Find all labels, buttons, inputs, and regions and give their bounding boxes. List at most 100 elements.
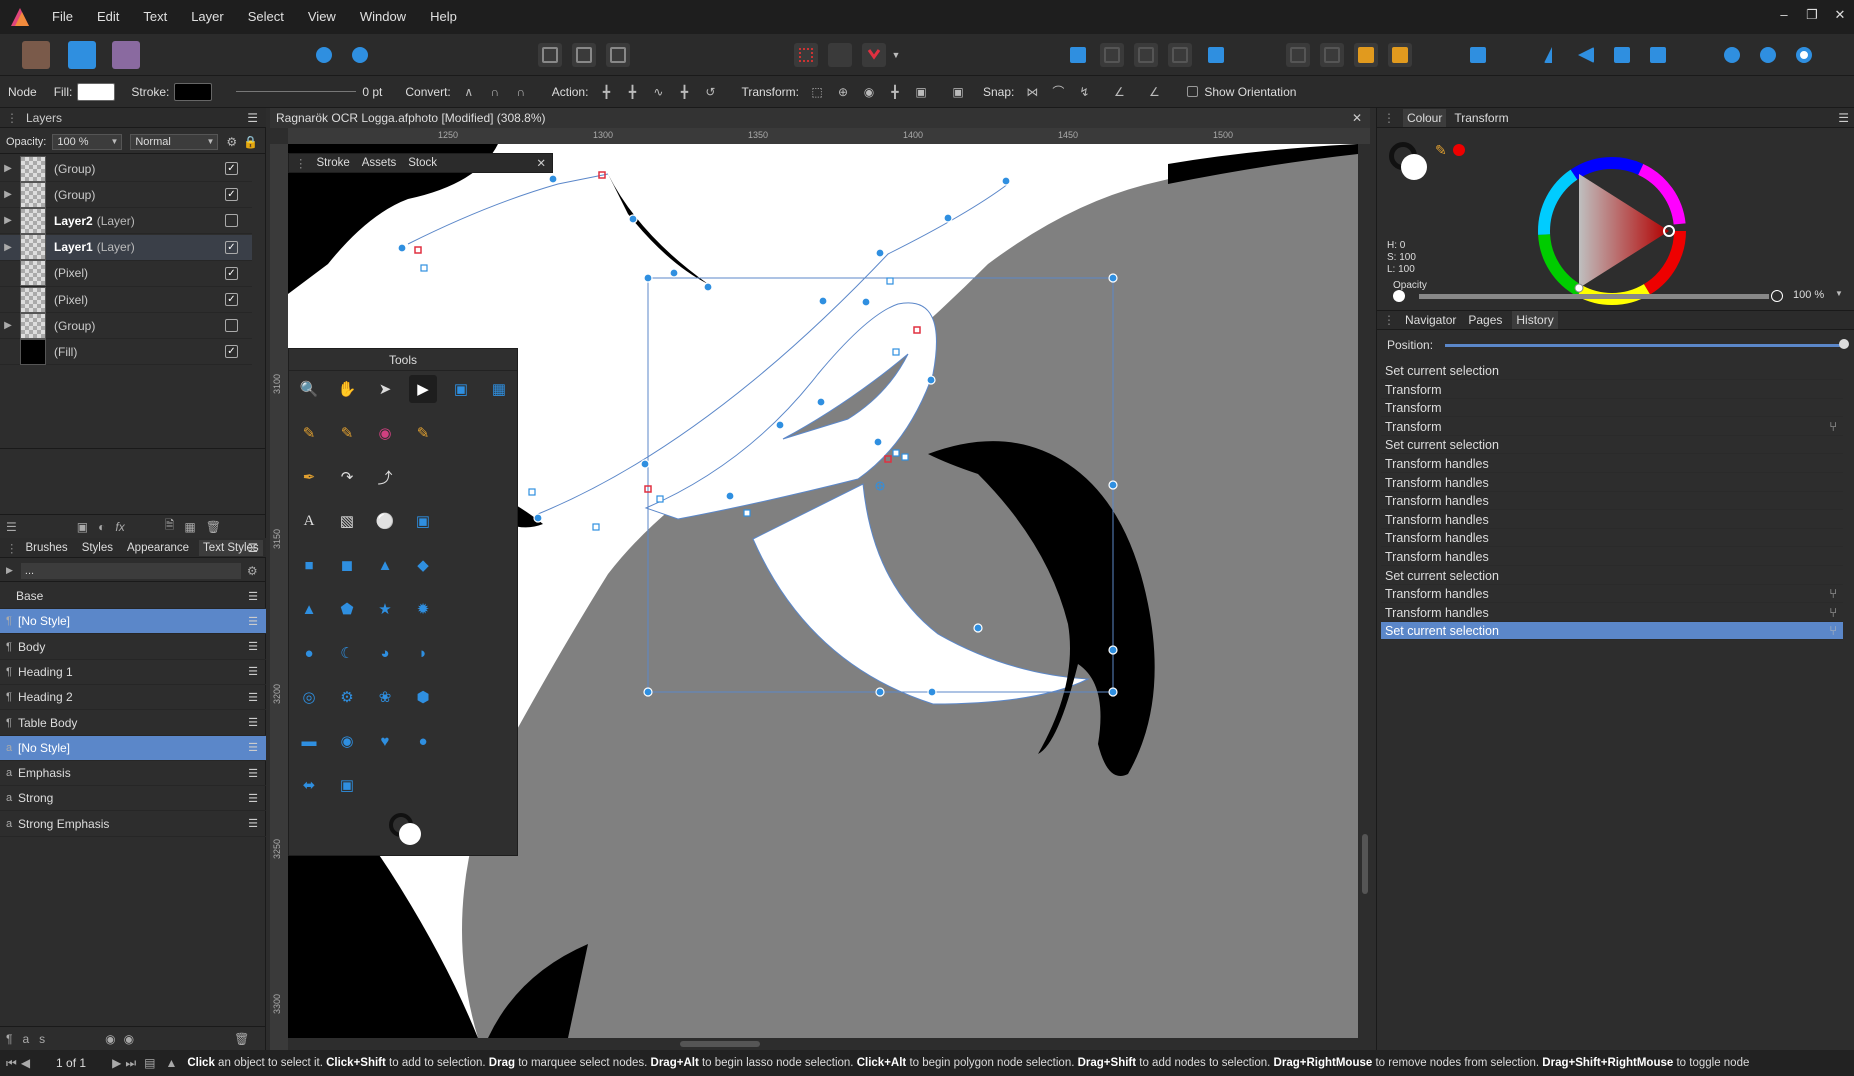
triangle-tool-icon[interactable]: ▲ (295, 595, 323, 623)
cat-tool-icon[interactable]: ▣ (333, 771, 361, 799)
add-pixel-layer-icon[interactable]: ▦ (184, 520, 195, 534)
convert-smooth-icon[interactable]: ∩ (485, 82, 505, 102)
layer-lock-icon[interactable]: 🔒 (243, 135, 258, 149)
tab-transform[interactable]: Transform (1454, 111, 1508, 125)
mask-icon[interactable]: ▣ (77, 520, 88, 534)
invert-selection-icon[interactable] (606, 43, 630, 67)
style-menu-icon[interactable]: ☰ (248, 767, 258, 780)
delete-style-icon[interactable]: 🗑 (234, 1032, 249, 1046)
move-to-back-icon[interactable] (1168, 43, 1192, 67)
rectangle-tool-icon[interactable]: ■ (295, 551, 323, 579)
history-row[interactable]: Transform handles ⑂ (1381, 585, 1843, 604)
tab-appearance[interactable]: Appearance (127, 542, 189, 554)
history-position-slider[interactable] (1445, 344, 1845, 347)
layer-row[interactable]: ▶ Layer1 (Layer) ✓ (0, 234, 252, 261)
snap-tangent-icon[interactable]: ↯ (1074, 82, 1094, 102)
close-document-icon[interactable]: ✕ (1352, 108, 1362, 128)
node-tool-icon[interactable]: ▶ (409, 375, 437, 403)
boolean-intersect-icon[interactable] (1792, 43, 1816, 67)
vertical-ruler[interactable]: 3100 3150 3200 3250 3300 (270, 144, 288, 1050)
panel-grip-icon[interactable]: ⋮ (1383, 111, 1395, 125)
transform-reset-icon[interactable]: ▣ (948, 82, 968, 102)
layer-visibility-checkbox[interactable]: ✓ (225, 293, 238, 306)
current-colour-dot[interactable] (1453, 144, 1465, 156)
flip-vertical-icon[interactable] (1574, 43, 1598, 67)
insert-behind-icon[interactable] (1320, 43, 1344, 67)
transform-center-icon[interactable]: ⊕ (833, 82, 853, 102)
opacity-dropdown-icon[interactable]: ▼ (110, 135, 118, 149)
close-curve-icon[interactable]: ╋ (622, 82, 642, 102)
menu-help[interactable]: Help (418, 0, 469, 34)
group-icon[interactable] (1354, 43, 1378, 67)
history-position-thumb[interactable] (1839, 339, 1849, 349)
text-style-row[interactable]: ¶ Heading 2 ☰ (0, 685, 266, 711)
history-row[interactable]: Transform (1381, 381, 1843, 399)
styles-options-icon[interactable]: ⚙ (247, 564, 258, 578)
select-all-icon[interactable] (538, 43, 562, 67)
style-menu-icon[interactable]: ☰ (248, 590, 258, 603)
layer-settings-gear-icon[interactable]: ⚙ (226, 135, 237, 149)
blend-dropdown-icon[interactable]: ▼ (206, 135, 214, 149)
layers-stack-icon[interactable]: ☰ (6, 520, 17, 534)
tab-stock[interactable]: Stock (408, 157, 437, 169)
menu-view[interactable]: View (296, 0, 348, 34)
colour-opacity-dropdown-icon[interactable]: ▼ (1835, 289, 1843, 298)
tear-tool-icon[interactable]: ● (409, 727, 437, 755)
history-branch-icon[interactable]: ⑂ (1829, 418, 1837, 436)
layer-visibility-checkbox[interactable]: ✓ (225, 266, 238, 280)
styles-menu-icon[interactable]: ☰ (248, 541, 258, 555)
pin-tool-icon[interactable]: ⚪ (371, 507, 399, 535)
paint-brush-icon[interactable]: ✎ (295, 419, 323, 447)
layer-row[interactable]: ▶ (Group) (0, 312, 252, 340)
burst-tool-icon[interactable]: ✹ (409, 595, 437, 623)
zoom-tool-icon[interactable]: 🔍 (295, 375, 323, 403)
layer-expand-icon[interactable]: ▶ (0, 215, 16, 226)
show-orientation-checkbox[interactable] (1187, 86, 1199, 97)
rotate-left-icon[interactable] (1610, 43, 1634, 67)
history-scrollbar[interactable] (1847, 360, 1853, 780)
trapezoid-tool-icon[interactable]: ▲ (371, 551, 399, 579)
share-icon[interactable] (312, 43, 336, 67)
callout-ellipse-tool-icon[interactable]: ◉ (333, 727, 361, 755)
diamond-tool-icon[interactable]: ◆ (409, 551, 437, 579)
prev-page-icon[interactable]: ◀ (21, 1056, 30, 1070)
cog-tool-icon[interactable]: ⚙ (333, 683, 361, 711)
style-menu-icon[interactable]: ☰ (248, 640, 258, 653)
add-layer-icon[interactable]: 🗎 (165, 516, 175, 537)
history-row[interactable]: Transform ⑂ (1381, 418, 1843, 436)
transform-mode-icon[interactable]: ⬚ (807, 82, 827, 102)
tab-colour[interactable]: Colour (1403, 108, 1447, 127)
history-branch-icon[interactable]: ⑂ (1829, 622, 1837, 640)
history-row[interactable]: Transform handles (1381, 455, 1843, 473)
stroke-width-slider[interactable] (236, 91, 357, 92)
reverse-curve-icon[interactable]: ↺ (700, 82, 720, 102)
layers-menu-icon[interactable]: ☰ (247, 111, 258, 125)
text-style-row[interactable]: ¶ Body ☰ (0, 635, 266, 660)
add-style-group-icon[interactable]: s (39, 1032, 45, 1046)
callout-rounded-rectangle-tool-icon[interactable]: ▬ (295, 727, 323, 755)
boolean-add-icon[interactable] (1720, 43, 1744, 67)
history-row[interactable]: Transform (1381, 399, 1843, 418)
arrange-icon[interactable] (1204, 43, 1228, 67)
text-style-row[interactable]: a Strong Emphasis ☰ (0, 812, 266, 837)
star-tool-icon[interactable]: ★ (371, 595, 399, 623)
tab-pages[interactable]: Pages (1468, 313, 1502, 327)
pencil-tool-icon[interactable]: ↷ (333, 463, 361, 491)
history-row[interactable]: Transform handles (1381, 492, 1843, 511)
history-row[interactable]: Transform handles (1381, 529, 1843, 548)
pixel-brush-icon[interactable]: ✎ (333, 419, 361, 447)
ungroup-icon[interactable] (1388, 43, 1412, 67)
align-icon[interactable] (1466, 43, 1490, 67)
stroke-width-value[interactable]: 0 pt (362, 85, 382, 99)
reset-style-icon[interactable]: ◉ (124, 1032, 134, 1046)
tab-layers[interactable]: Layers (26, 111, 62, 125)
rotate-right-icon[interactable] (1646, 43, 1670, 67)
history-row[interactable]: Transform handles (1381, 511, 1843, 529)
horizontal-scroll-thumb[interactable] (680, 1041, 760, 1047)
history-row[interactable]: Set current selection ⑂ (1381, 622, 1843, 641)
update-style-icon[interactable]: ◉ (105, 1032, 115, 1046)
last-page-icon[interactable]: ⏭ (125, 1056, 136, 1071)
layer-row[interactable]: (Pixel) ✓ (0, 286, 252, 313)
vertical-scrollbar[interactable] (1360, 144, 1370, 1038)
opacity-slider[interactable] (1419, 294, 1769, 299)
